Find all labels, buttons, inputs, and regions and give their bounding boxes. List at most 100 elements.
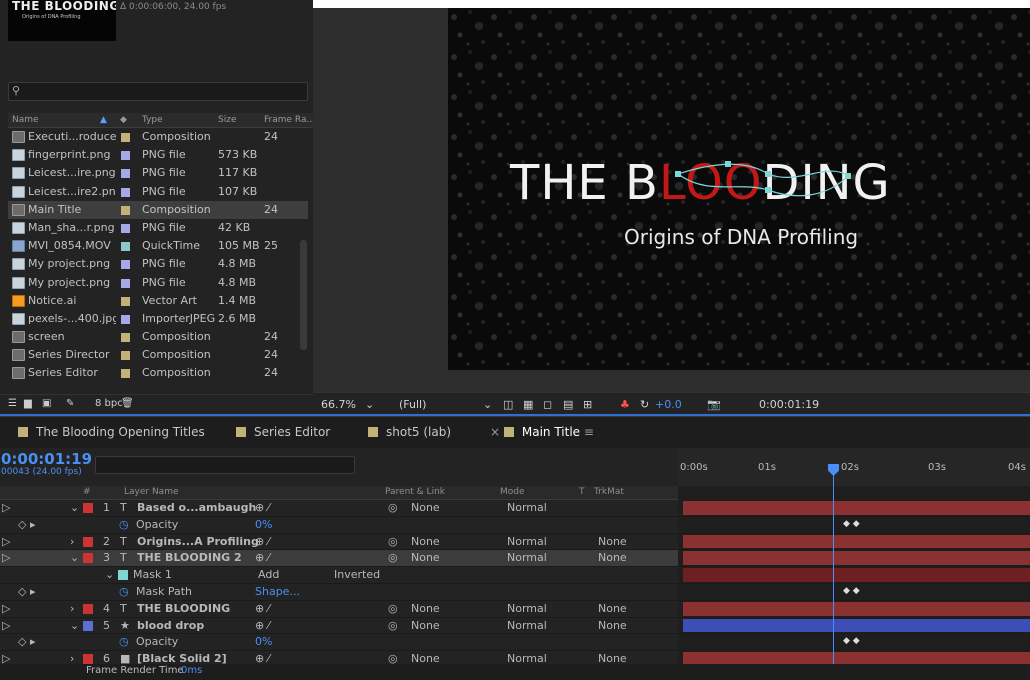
label-color-swatch[interactable] [121, 133, 130, 142]
layer-row[interactable]: ▷ ⌄ 1 T Based o...ambaugh ⊕ ⁄ ◎ None Normal [0, 500, 678, 517]
project-item[interactable]: Leicest...ire.png PNG file 117 KB [8, 164, 308, 182]
layer-trkmat-dropdown[interactable]: None [598, 619, 627, 632]
project-item[interactable]: My project.png PNG file 4.8 MB [8, 274, 308, 292]
layer-switches-icon[interactable]: ⊕ ⁄ [255, 535, 270, 548]
pick-whip-icon[interactable]: ◎ [388, 619, 398, 632]
transparency-grid-icon[interactable]: ▦ [523, 398, 533, 411]
project-item[interactable]: Series Director Composition 24 [8, 346, 308, 364]
project-item[interactable]: pexels-...400.jpg ImporterJPEG 2.6 MB [8, 310, 308, 328]
tab-series-editor[interactable]: Series Editor [236, 425, 330, 439]
property-value[interactable]: Shape... [255, 585, 300, 598]
bit-depth[interactable]: 8 bpc [95, 398, 123, 409]
layer-mode-dropdown[interactable]: Normal [507, 501, 547, 514]
viewer-timecode[interactable]: 0:00:01:19 [759, 398, 819, 411]
label-color-swatch[interactable] [121, 260, 130, 270]
col-name[interactable]: Name [12, 115, 39, 125]
layer-visibility-icon[interactable]: ▷ [2, 602, 10, 615]
color-channel-icon[interactable]: ♣ [620, 398, 630, 411]
col-type[interactable]: Type [142, 115, 163, 125]
property-value[interactable]: 0% [255, 518, 272, 531]
layer-name[interactable]: Based o...ambaugh [137, 501, 256, 514]
stopwatch-icon[interactable]: ◷ [119, 518, 129, 531]
layer-name[interactable]: blood drop [137, 619, 204, 632]
layer-row[interactable]: ▷ ⌄ 3 T THE BLOODING 2 ⊕ ⁄ ◎ None Normal None [0, 550, 678, 568]
project-item[interactable]: Notice.ai Vector Art 1.4 MB [8, 292, 308, 310]
layer-label-swatch[interactable] [83, 654, 93, 665]
layer-mode-dropdown[interactable]: Normal [507, 602, 547, 615]
zoom-dropdown[interactable]: 66.7% [321, 398, 356, 411]
expand-chevron-icon[interactable]: ⌄ [70, 501, 79, 514]
mask-path-overlay[interactable] [668, 156, 868, 216]
project-item[interactable]: Executi...roducer Composition 24 [8, 128, 308, 146]
property-track[interactable] [678, 567, 1030, 584]
col-frame-rate[interactable]: Frame Ra... [264, 115, 313, 125]
keyframe-markers[interactable]: ◆ ◆ [843, 586, 860, 596]
resolution-dropdown[interactable]: (Full) [399, 398, 426, 411]
mask-mode-dropdown[interactable]: Add [258, 568, 279, 581]
layer-parent-dropdown[interactable]: None [411, 602, 440, 615]
project-item[interactable]: Main Title Composition 24 [8, 200, 308, 219]
expand-chevron-icon[interactable]: › [70, 535, 74, 548]
timeline-timecode[interactable]: 0:00:01:19 [1, 450, 92, 468]
pick-whip-icon[interactable]: ◎ [388, 602, 398, 615]
layer-mode-dropdown[interactable]: Normal [507, 535, 547, 548]
label-color-swatch[interactable] [121, 205, 130, 215]
keyframe-nav-icon[interactable]: ◇ ▸ [18, 518, 35, 531]
pick-whip-icon[interactable]: ◎ [388, 501, 398, 514]
resolution-chevron-icon[interactable]: ⌄ [483, 398, 492, 411]
layer-trkmat-dropdown[interactable]: None [598, 551, 627, 564]
guides-icon[interactable]: ▤ [563, 398, 573, 411]
layer-row[interactable]: ▷ › 4 T THE BLOODING ⊕ ⁄ ◎ None Normal None [0, 601, 678, 618]
sort-ascending-icon[interactable]: ▲ [100, 115, 107, 125]
label-tag-icon[interactable]: ◆ [120, 115, 127, 125]
mask-name[interactable]: Mask 1 [133, 568, 172, 581]
time-ruler[interactable]: 0:00s 01s 02s 03s 04s [678, 448, 1030, 486]
keyframe-nav-icon[interactable]: ◇ ▸ [18, 585, 35, 598]
expand-chevron-icon[interactable]: › [70, 602, 74, 615]
property-track[interactable]: ◆ ◆ [678, 517, 1030, 534]
keyframe-markers[interactable]: ◆ ◆ [843, 519, 860, 529]
label-color-swatch[interactable] [121, 333, 130, 343]
label-color-swatch[interactable] [121, 314, 130, 324]
layer-mode-dropdown[interactable]: Normal [507, 551, 547, 564]
layer-duration-bar[interactable] [683, 601, 1030, 616]
stopwatch-icon[interactable]: ◷ [119, 635, 129, 648]
layer-parent-dropdown[interactable]: None [411, 619, 440, 632]
project-item[interactable]: My project.png PNG file 4.8 MB [8, 255, 308, 273]
property-row[interactable]: ◷ Opacity 0% ◇ ▸ [0, 517, 678, 534]
col-layer-name[interactable]: Layer Name [124, 487, 179, 497]
new-folder-icon[interactable]: ▆ [24, 398, 32, 409]
label-color-swatch[interactable] [121, 351, 130, 361]
delete-icon[interactable]: 🗑 [121, 398, 134, 409]
tab-shot5-lab-[interactable]: shot5 (lab) [368, 425, 451, 439]
layer-label-swatch[interactable] [83, 503, 93, 513]
flowchart-icon[interactable]: ✎ [66, 398, 74, 409]
mask-row[interactable]: ⌄ Mask 1 Add Inverted [0, 567, 678, 584]
project-item[interactable]: MVI_0854.MOV QuickTime 105 MB 25 [8, 237, 308, 255]
layer-track[interactable] [678, 534, 1030, 551]
zoom-slider[interactable] [678, 664, 1030, 680]
tab-the-blooding-opening-titles[interactable]: The Blooding Opening Titles [18, 425, 205, 439]
layer-switches-icon[interactable]: ⊕ ⁄ [255, 602, 270, 615]
label-color-swatch[interactable] [121, 169, 130, 179]
layer-visibility-icon[interactable]: ▷ [2, 551, 10, 564]
project-item[interactable]: Series Editor Composition 24 [8, 364, 308, 382]
property-track[interactable]: ◆ ◆ [678, 584, 1030, 601]
playhead-line[interactable] [833, 468, 834, 680]
layer-name[interactable]: Origins...A Profiling [137, 535, 259, 548]
layer-parent-dropdown[interactable]: None [411, 535, 440, 548]
layer-visibility-icon[interactable]: ▷ [2, 535, 10, 548]
pick-whip-icon[interactable]: ◎ [388, 551, 398, 564]
grid-icon[interactable]: ⊞ [583, 398, 592, 411]
timeline-graph[interactable]: 0:00s 01s 02s 03s 04s ◆ ◆ ◆ ◆ ◆ ◆ [678, 448, 1030, 680]
composition-viewer[interactable]: THE BLOODING Origins of DNA Profiling [448, 8, 1030, 370]
keyframe-nav-icon[interactable]: ◇ ▸ [18, 635, 35, 648]
expand-chevron-icon[interactable]: ⌄ [70, 551, 79, 564]
layer-label-swatch[interactable] [83, 620, 93, 631]
timeline-search-input[interactable] [95, 456, 355, 474]
layer-duration-bar[interactable] [683, 618, 1030, 633]
layer-track[interactable] [678, 550, 1030, 568]
expand-chevron-icon[interactable]: ⌄ [70, 619, 79, 632]
layer-track[interactable] [678, 500, 1030, 517]
project-search-input[interactable]: ⚲ [8, 82, 308, 101]
